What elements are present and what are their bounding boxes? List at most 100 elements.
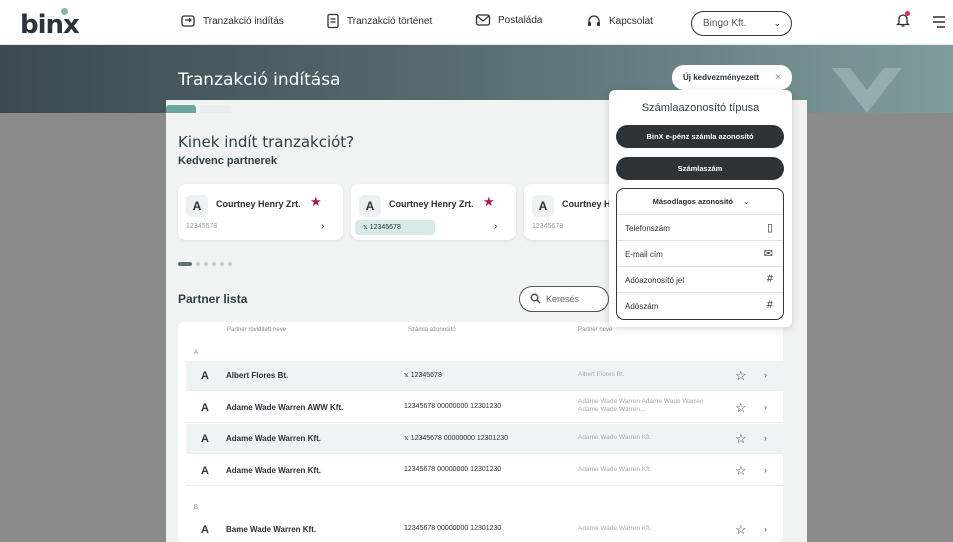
carousel-dot[interactable] — [212, 262, 216, 266]
company-select[interactable]: Bingo Kft. ⌄ — [691, 11, 792, 36]
company-name: Bingo Kft. — [703, 18, 747, 29]
account-number: 12345678 — [532, 223, 564, 230]
nav-transaction-history[interactable]: Tranzakció történet — [326, 13, 432, 29]
account-number-button[interactable]: Számlaszám — [616, 157, 784, 180]
chevron-right-icon[interactable]: › — [764, 465, 767, 475]
transaction-start-icon — [181, 15, 195, 27]
carousel-dots[interactable] — [178, 262, 232, 266]
row-name: Adame Wade Warren Kft. — [226, 466, 321, 475]
row-account: 𝕩 12345678 00000000 12301230 — [404, 434, 508, 442]
secondary-id-label: Másodlagos azonosító — [652, 197, 734, 206]
nav-transaction-start[interactable]: Tranzakció indítás — [180, 13, 284, 29]
table-row[interactable]: A Albert Flores Bt. 𝕩 12345678 Albert Fl… — [186, 361, 783, 391]
option-label: Telefonszám — [625, 224, 670, 233]
option-label: Adóazonosító jel — [625, 276, 685, 285]
account-pill: 𝕩 12345678 — [355, 220, 435, 235]
account-type-popup: Számlaazonosító típusa BinX e-pénz száml… — [609, 90, 792, 327]
binx-mark-icon: 𝕩 — [404, 372, 411, 379]
avatar: A — [201, 524, 209, 536]
option-tax-id[interactable]: Adóazonosító jel # — [617, 266, 783, 292]
history-document-icon — [327, 13, 339, 29]
step-tab-2[interactable] — [200, 105, 230, 113]
table-row[interactable]: A Bame Wade Warren Kft. 12345678 0000000… — [186, 515, 783, 542]
avatar: A — [201, 465, 209, 477]
new-beneficiary-label: Új kedvezményezett — [683, 73, 760, 82]
table-row[interactable]: A Adame Wade Warren AWW Kft. 12345678 00… — [186, 393, 783, 423]
chevron-right-icon[interactable]: › — [494, 221, 497, 232]
favorite-star-icon[interactable]: ★ — [483, 194, 495, 210]
notification-bell-icon[interactable] — [895, 11, 911, 33]
favorites-title: Kedvenc partnerek — [178, 155, 278, 167]
carousel-dot[interactable] — [204, 262, 208, 266]
carousel-dot[interactable] — [178, 262, 192, 266]
notification-dot — [905, 11, 910, 16]
avatar: A — [201, 402, 209, 414]
chevron-down-icon: ⌄ — [743, 197, 750, 206]
row-partner-name: Albert Flores Bt. — [578, 371, 625, 378]
page-title: Tranzakció indítása — [178, 70, 341, 90]
table-row[interactable]: A Adame Wade Warren Kft. 12345678 000000… — [186, 456, 783, 486]
chevron-right-icon[interactable]: › — [764, 433, 767, 443]
binx-mark-icon: 𝕩 — [404, 435, 411, 442]
row-name: Adame Wade Warren Kft. — [226, 434, 321, 443]
star-outline-icon[interactable]: ☆ — [735, 463, 747, 479]
nav-mailbox[interactable]: Postaláda — [475, 13, 542, 27]
carousel-dot[interactable] — [220, 262, 224, 266]
new-beneficiary-button[interactable]: Új kedvezményezett ✕ — [672, 65, 792, 90]
table-row[interactable]: A Adame Wade Warren Kft. 𝕩 12345678 0000… — [186, 424, 783, 454]
row-name: Albert Flores Bt. — [226, 371, 289, 380]
hash-icon: # — [766, 299, 773, 311]
star-outline-icon[interactable]: ☆ — [735, 522, 747, 538]
search-placeholder: Keresés — [546, 294, 580, 304]
avatar: A — [201, 370, 209, 382]
decorative-chevron-icon — [832, 68, 902, 113]
nav-label: Tranzakció történet — [347, 15, 433, 27]
avatar: A — [201, 433, 209, 445]
star-outline-icon[interactable]: ☆ — [735, 431, 747, 447]
row-name: Adame Wade Warren AWW Kft. — [226, 403, 344, 412]
favorite-partner-card[interactable]: A Courtney Henry Zrt. ★ 12345678 › — [178, 184, 343, 240]
phone-icon: ▯ — [766, 222, 773, 234]
row-partner-name: Adame Wade Warren Kft. — [578, 466, 652, 473]
chevron-right-icon[interactable]: › — [321, 221, 324, 232]
headset-icon — [588, 15, 600, 26]
step-tab-1[interactable] — [166, 105, 196, 113]
option-email[interactable]: E-mail cím ✉ — [617, 240, 783, 266]
row-account: 12345678 00000000 12301230 — [404, 525, 502, 532]
row-account: 12345678 00000000 12301230 — [404, 403, 502, 410]
hamburger-menu-icon[interactable] — [932, 15, 946, 33]
favorite-partner-card[interactable]: A Courtney Henry Zrt. ★ 𝕩 12345678 › — [351, 184, 516, 240]
carousel-dot[interactable] — [228, 262, 232, 266]
option-tax-number[interactable]: Adószám # — [617, 292, 783, 318]
partner-name: Courtney Henry Zrt. — [216, 199, 301, 209]
secondary-id-dropdown: Másodlagos azonosító ⌄ Telefonszám ▯ E-ma… — [616, 188, 784, 320]
account-number: 12345678 — [410, 372, 442, 379]
row-account: 12345678 00000000 12301230 — [404, 466, 502, 473]
binx-epenz-button[interactable]: BinX e-pénz számla azonosító — [616, 125, 784, 148]
option-phone[interactable]: Telefonszám ▯ — [617, 214, 783, 240]
star-outline-icon[interactable]: ☆ — [735, 368, 747, 384]
chevron-right-icon[interactable]: › — [764, 370, 767, 380]
secondary-id-header[interactable]: Másodlagos azonosító ⌄ — [617, 197, 785, 206]
carousel-dot[interactable] — [196, 262, 200, 266]
chevron-right-icon[interactable]: › — [764, 402, 767, 412]
search-icon — [530, 293, 541, 304]
search-input[interactable]: Keresés — [519, 286, 609, 312]
binx-logo[interactable]: binx — [20, 8, 80, 40]
star-outline-icon[interactable]: ☆ — [735, 400, 747, 416]
column-header-account: Számla azonosító — [408, 327, 456, 333]
favorite-star-icon[interactable]: ★ — [310, 194, 322, 210]
nav-contact[interactable]: Kapcsolat — [586, 13, 653, 29]
nav-label: Tranzakció indítás — [203, 15, 284, 27]
mail-icon — [475, 14, 491, 26]
top-navigation: binx Tranzakció indítás Tranzakció törté… — [0, 0, 953, 45]
group-letter: B — [194, 505, 199, 511]
close-icon[interactable]: ✕ — [774, 72, 782, 83]
partner-name: Courtney Henry Zrt. — [389, 199, 474, 209]
account-number: 12345678 00000000 12301230 — [410, 435, 509, 442]
group-letter: A — [194, 350, 199, 356]
column-header-name: Partner rövidített neve — [227, 327, 287, 333]
popup-title: Számlaazonosító típusa — [641, 102, 760, 114]
chevron-right-icon[interactable]: › — [764, 524, 767, 534]
row-name: Bame Wade Warren Kft. — [226, 525, 317, 534]
